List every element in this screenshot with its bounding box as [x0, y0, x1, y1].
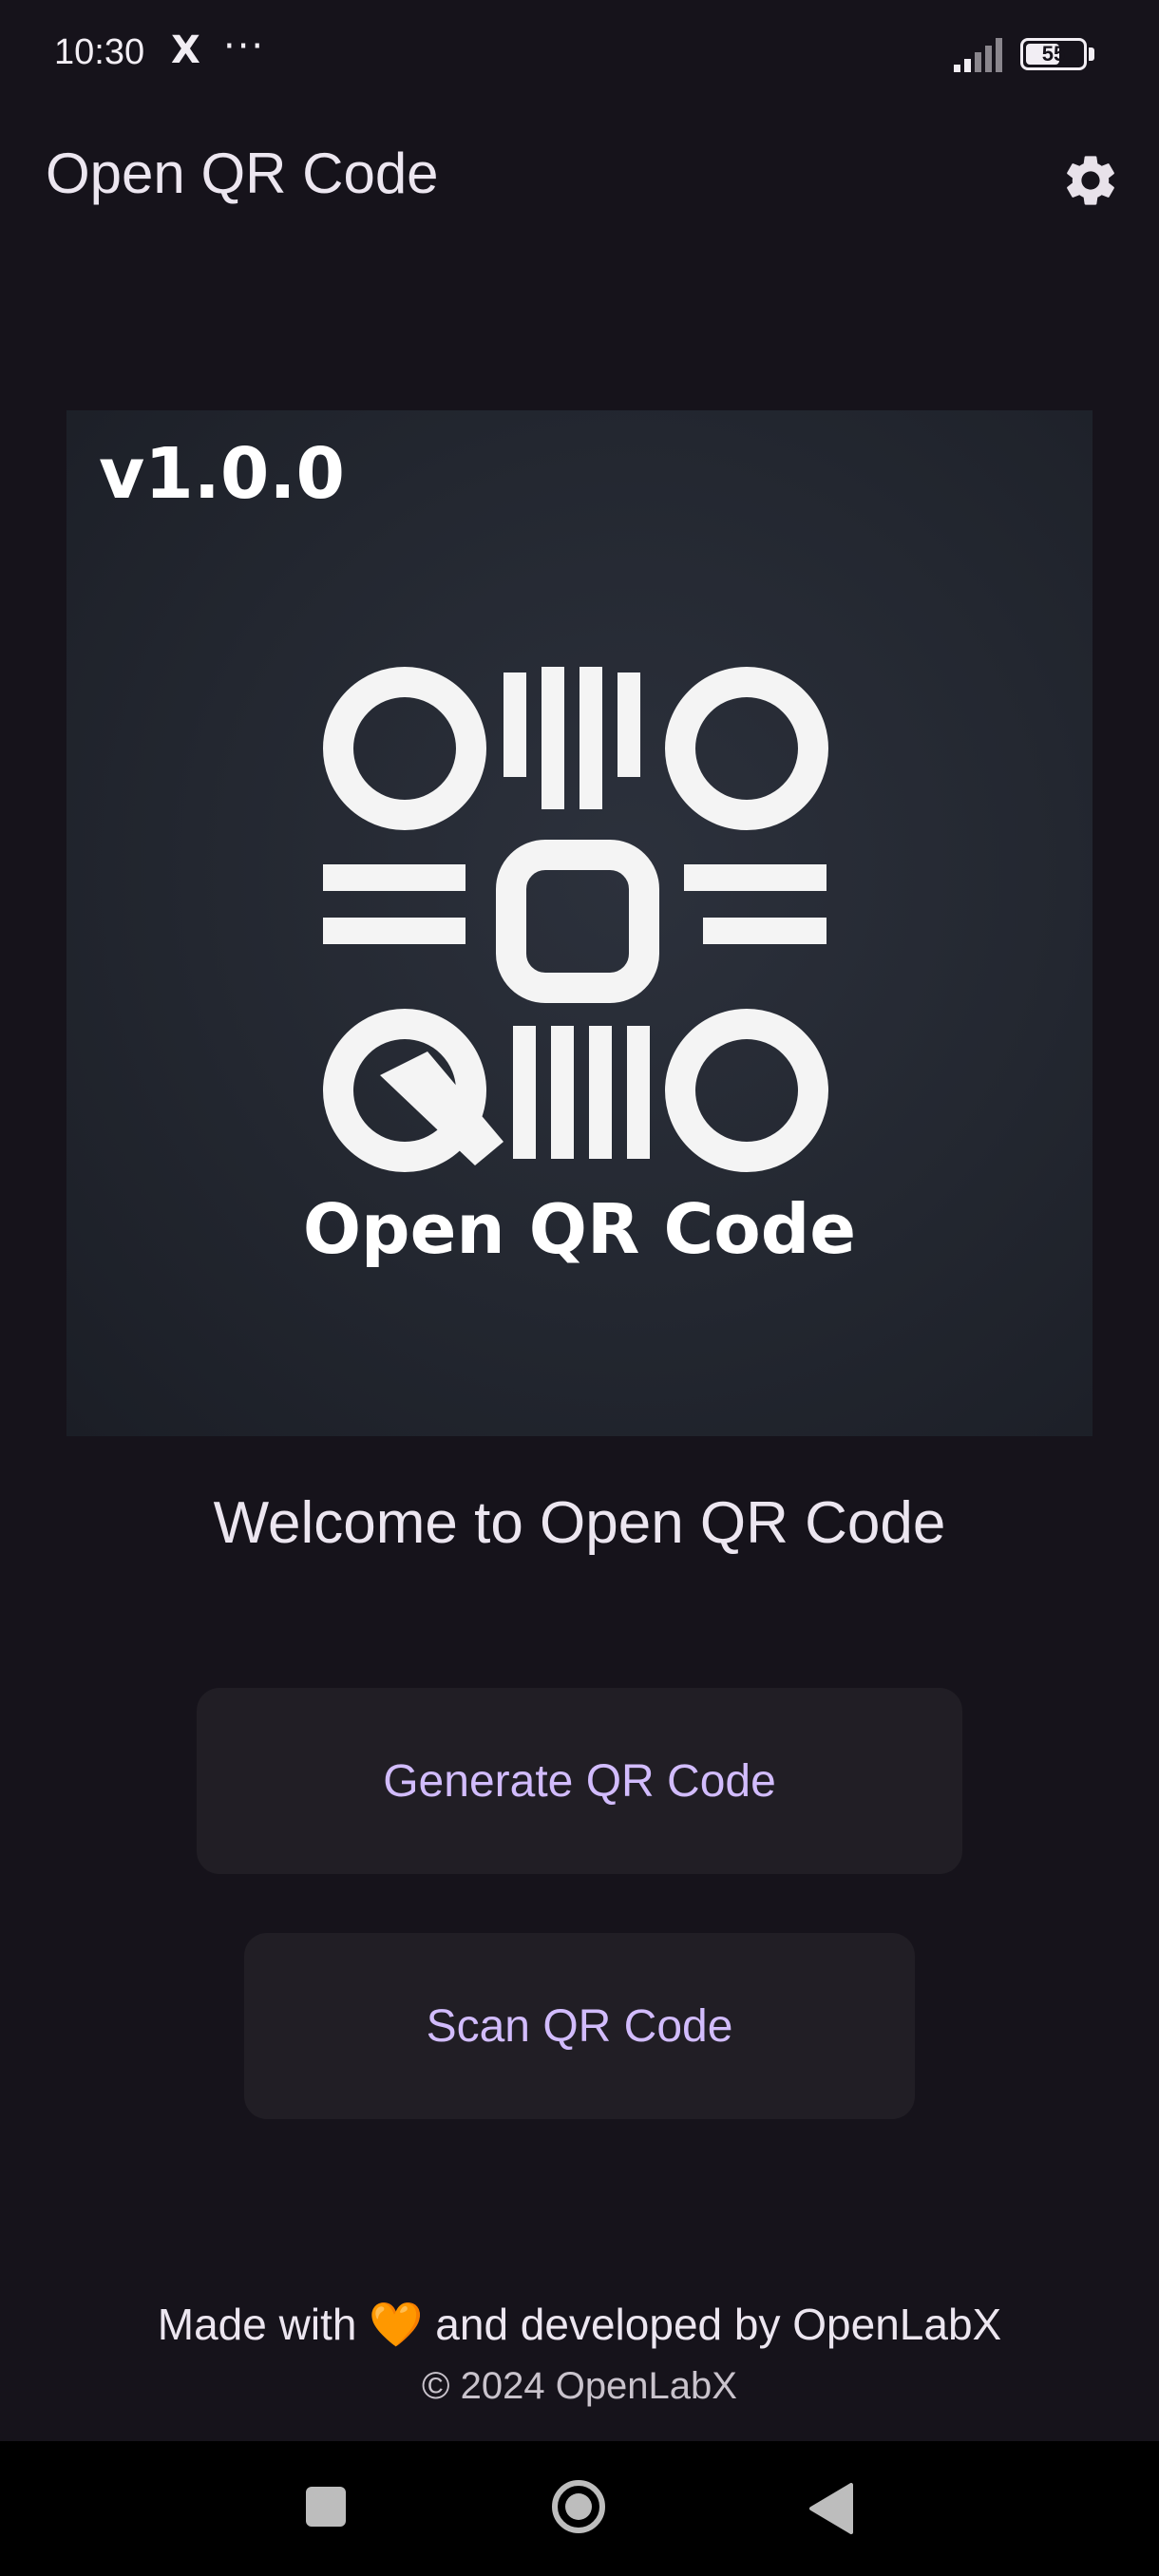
footer-credit: Made with 🧡 and developed by OpenLabX [0, 2299, 1159, 2351]
app-logo-image: v1.0.0 Open QR Code [66, 410, 1092, 1436]
x-logo-icon: X [171, 28, 200, 72]
generate-qr-button[interactable]: Generate QR Code [197, 1688, 962, 1874]
battery-icon: 55 [1020, 38, 1087, 70]
page-title: Open QR Code [46, 142, 439, 205]
status-bar: 10:30 X ··· 55 [0, 0, 1159, 104]
settings-button[interactable] [1053, 142, 1129, 218]
scan-qr-button[interactable]: Scan QR Code [244, 1933, 915, 2119]
heart-icon: 🧡 [369, 2300, 424, 2349]
footer-copyright: © 2024 OpenLabX [422, 2365, 737, 2407]
recents-icon[interactable] [306, 2487, 346, 2527]
logo-app-name: Open QR Code [302, 1189, 857, 1269]
welcome-heading: Welcome to Open QR Code [213, 1490, 946, 1556]
signal-icon [954, 38, 1002, 72]
version-label: v1.0.0 [99, 433, 345, 515]
gear-icon [1067, 156, 1114, 205]
home-icon[interactable] [551, 2479, 606, 2534]
back-icon[interactable] [808, 2483, 855, 2534]
footer-made-suffix: and developed by OpenLabX [435, 2300, 1002, 2349]
battery-cap [1089, 47, 1094, 61]
more-icon: ··· [223, 25, 266, 68]
battery-level: 55 [1041, 42, 1066, 66]
qr-logo-icon [323, 667, 828, 1172]
navigation-bar [0, 2441, 1159, 2576]
footer-made-prefix: Made with [157, 2300, 357, 2349]
status-time: 10:30 [54, 32, 145, 72]
